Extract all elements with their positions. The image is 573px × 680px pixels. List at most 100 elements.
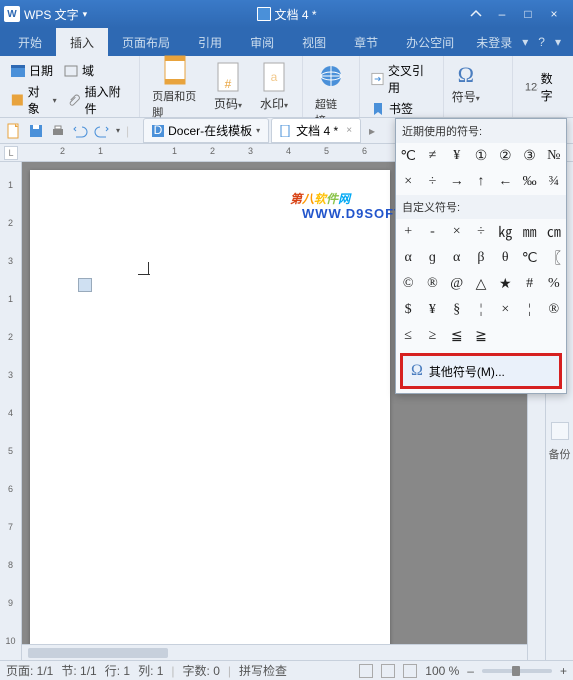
symbol-cell[interactable]: ÷ — [469, 219, 493, 245]
view-mode-1-icon[interactable] — [359, 664, 373, 678]
symbol-cell[interactable]: ¥ — [420, 297, 444, 323]
help-icon[interactable]: ? — [538, 35, 545, 49]
symbol-cell[interactable]: → — [445, 169, 469, 195]
status-section[interactable]: 节: 1/1 — [61, 662, 96, 679]
status-page[interactable]: 页面: 1/1 — [6, 662, 53, 679]
zoom-out-button[interactable]: – — [467, 664, 474, 678]
zoom-in-button[interactable]: + — [560, 664, 567, 678]
close-button[interactable]: × — [547, 7, 561, 21]
zoom-slider-thumb[interactable] — [512, 666, 520, 676]
symbol-cell[interactable]: ② — [493, 143, 517, 169]
symbol-cell[interactable]: ¾ — [542, 169, 566, 195]
symbol-cell[interactable]: ★ — [493, 271, 517, 297]
ruler-vertical[interactable]: 1 2 3 1 2 3 4 5 6 7 8 9 10 — [0, 162, 22, 660]
symbol-cell[interactable]: ¥ — [445, 143, 469, 169]
symbol-cell[interactable]: ≧ — [469, 323, 493, 349]
maximize-button[interactable]: □ — [521, 7, 535, 21]
watermark-button[interactable]: a 水印▾ — [254, 59, 294, 114]
symbol-cell[interactable]: △ — [469, 271, 493, 297]
symbol-cell[interactable]: ≠ — [420, 143, 444, 169]
symbol-cell[interactable]: ① — [469, 143, 493, 169]
symbol-cell[interactable]: № — [542, 143, 566, 169]
scrollbar-thumb-h[interactable] — [28, 648, 168, 658]
tab-add-button[interactable]: ▸ — [363, 124, 381, 138]
menu-office-space[interactable]: 办公空间 — [392, 28, 468, 57]
menu-start[interactable]: 开始 — [4, 28, 56, 57]
print-icon[interactable] — [50, 123, 66, 139]
symbol-cell[interactable]: ℃ — [396, 143, 420, 169]
ruler-corner[interactable]: L — [4, 146, 18, 160]
symbol-cell[interactable]: © — [396, 271, 420, 297]
symbol-cell[interactable]: ‰ — [517, 169, 541, 195]
symbol-cell[interactable]: ㎜ — [517, 219, 541, 245]
bookmark-button[interactable]: 书签 — [368, 98, 415, 119]
symbol-cell[interactable]: ← — [493, 169, 517, 195]
symbol-cell[interactable]: θ — [493, 245, 517, 271]
symbol-button[interactable]: Ω 符号▾ — [450, 60, 482, 107]
menu-view[interactable]: 视图 — [288, 28, 340, 57]
new-icon[interactable] — [6, 123, 22, 139]
login-status[interactable]: 未登录 — [476, 34, 512, 51]
symbol-cell[interactable]: ℃ — [517, 245, 541, 271]
symbol-cell[interactable]: ↑ — [469, 169, 493, 195]
zoom-level[interactable]: 100 % — [425, 664, 459, 678]
symbol-cell[interactable]: ® — [420, 271, 444, 297]
status-spell[interactable]: 拼写检查 — [239, 662, 287, 679]
login-dropdown[interactable]: ▾ — [522, 35, 528, 49]
symbol-cell[interactable]: ɡ — [420, 245, 444, 271]
symbol-cell[interactable]: @ — [445, 271, 469, 297]
zoom-slider[interactable] — [482, 669, 552, 673]
symbol-cell[interactable]: 〖 — [542, 245, 566, 271]
page-insert-icon[interactable] — [78, 278, 92, 292]
symbol-cell[interactable]: ¦ — [469, 297, 493, 323]
page-number-button[interactable]: # 页码▾ — [208, 59, 248, 114]
symbol-cell[interactable]: × — [493, 297, 517, 323]
status-words[interactable]: 字数: 0 — [183, 662, 220, 679]
menu-review[interactable]: 审阅 — [236, 28, 288, 57]
date-button[interactable]: 日期 — [8, 60, 55, 81]
backup-label[interactable]: 备份 — [549, 446, 571, 462]
save-icon[interactable] — [28, 123, 44, 139]
symbol-cell[interactable]: ③ — [517, 143, 541, 169]
number-button[interactable]: 123数字 — [521, 68, 565, 106]
collapse-ribbon-icon[interactable] — [469, 7, 483, 21]
symbol-cell[interactable]: ≤ — [396, 323, 420, 349]
help-dropdown[interactable]: ▾ — [555, 35, 561, 49]
symbol-cell[interactable]: ≦ — [445, 323, 469, 349]
symbol-cell[interactable]: § — [445, 297, 469, 323]
attachment-button[interactable]: 插入附件 — [65, 81, 132, 119]
undo-icon[interactable] — [72, 123, 88, 139]
document-page[interactable] — [30, 170, 390, 650]
object-button[interactable]: 对象▾ — [8, 81, 59, 119]
more-symbols-button[interactable]: Ω 其他符号(M)... — [400, 353, 562, 389]
symbol-cell[interactable]: × — [396, 169, 420, 195]
symbol-cell[interactable]: ® — [542, 297, 566, 323]
symbol-cell[interactable]: ¦ — [517, 297, 541, 323]
symbol-cell[interactable]: # — [517, 271, 541, 297]
symbol-cell[interactable]: α — [445, 245, 469, 271]
field-button[interactable]: 域 — [61, 60, 96, 81]
menu-insert[interactable]: 插入 — [56, 28, 108, 57]
symbol-cell[interactable]: ㎝ — [542, 219, 566, 245]
symbol-cell[interactable]: $ — [396, 297, 420, 323]
symbol-cell[interactable]: + — [396, 219, 420, 245]
symbol-cell[interactable]: ㎏ — [493, 219, 517, 245]
tab-docer[interactable]: D Docer-在线模板 ▾ — [143, 118, 269, 143]
tab-close-icon[interactable]: × — [346, 125, 352, 136]
menu-section[interactable]: 章节 — [340, 28, 392, 57]
symbol-cell[interactable]: α — [396, 245, 420, 271]
backup-icon[interactable] — [551, 422, 569, 440]
symbol-cell[interactable]: β — [469, 245, 493, 271]
scrollbar-horizontal[interactable] — [22, 644, 527, 660]
crossref-button[interactable]: 交叉引用 — [368, 60, 435, 98]
tab-doc4[interactable]: 文档 4 * × — [271, 118, 361, 143]
redo-icon[interactable] — [94, 123, 110, 139]
qat-dropdown[interactable]: ▾ — [116, 126, 120, 135]
symbol-cell[interactable]: ≥ — [420, 323, 444, 349]
header-footer-button[interactable]: 页眉和页脚 — [148, 52, 202, 122]
symbol-cell[interactable]: × — [445, 219, 469, 245]
symbol-cell[interactable]: % — [542, 271, 566, 297]
symbol-cell[interactable]: - — [420, 219, 444, 245]
view-mode-3-icon[interactable] — [403, 664, 417, 678]
minimize-button[interactable]: – — [495, 7, 509, 21]
